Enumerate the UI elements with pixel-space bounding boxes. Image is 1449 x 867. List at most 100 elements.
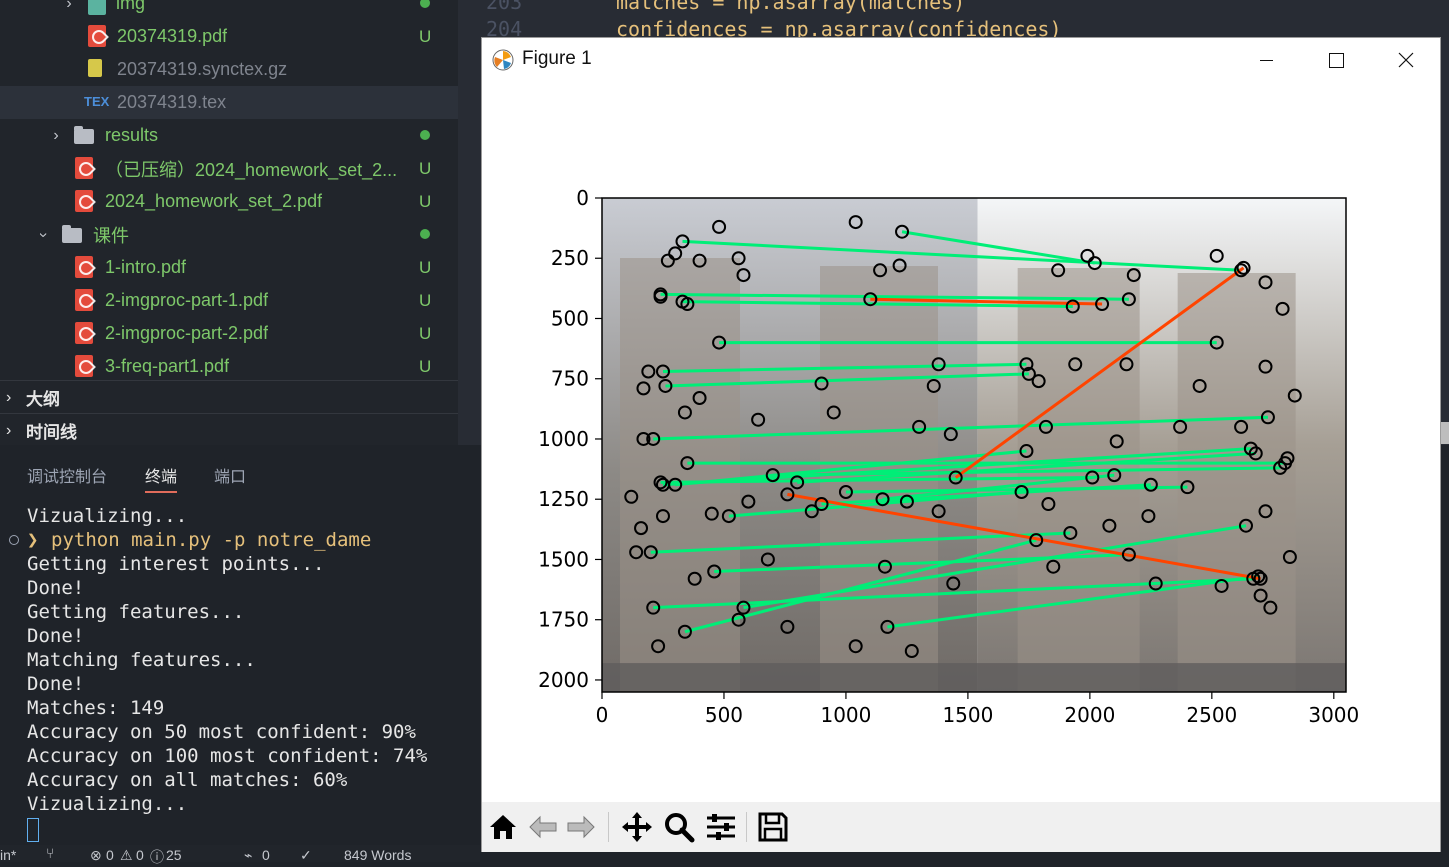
y-tick-label: 750 [551, 367, 589, 391]
code-line: matches = np.asarray(matches) [616, 0, 966, 14]
terminal-line: Getting interest points... [27, 553, 325, 575]
x-tick-label: 1500 [942, 703, 993, 727]
tree-item-img-folder[interactable]: › img [0, 0, 458, 20]
line-number: 203 [486, 0, 523, 14]
error-count: 0 [106, 847, 114, 863]
terminal-line: Accuracy on 50 most confident: 90% [27, 721, 416, 743]
tree-item-freq-pdf[interactable]: 3-freq-part1.pdf U [0, 350, 458, 383]
check-icon[interactable]: ✓ [300, 847, 312, 864]
section-label: 大纲 [26, 390, 60, 409]
folder-icon [74, 126, 94, 144]
figure-titlebar[interactable]: Figure 1 [482, 38, 1440, 82]
tree-item-courseware-folder[interactable]: › 课件 [0, 218, 458, 251]
x-tick-label: 2000 [1064, 703, 1115, 727]
tree-item-imgproc2-pdf[interactable]: 2-imgproc-part-2.pdf U [0, 317, 458, 350]
match-visualization-plot[interactable]: 0 500 1000 1500 2000 2500 3000 0 250 500 750 1000 12… [482, 82, 1440, 802]
terminal-line: Matches: 149 [27, 697, 165, 719]
forward-arrow-icon[interactable] [564, 810, 598, 844]
git-modified-dot [420, 0, 430, 8]
close-button[interactable] [1386, 44, 1426, 76]
figure-title: Figure 1 [522, 48, 592, 69]
chevron-down-icon: › [35, 231, 52, 238]
tree-item-homework-pdf[interactable]: 2024_homework_set_2.pdf U [0, 185, 458, 218]
pdf-file-icon [75, 322, 93, 344]
tree-item-label: 2024_homework_set_2.pdf [105, 191, 323, 211]
terminal-line: Accuracy on all matches: 60% [27, 769, 348, 791]
tab-ports[interactable]: 端口 [214, 463, 246, 487]
pan-icon[interactable] [620, 810, 654, 844]
tree-item-intro-pdf[interactable]: 1-intro.pdf U [0, 251, 458, 284]
minimize-button[interactable] [1246, 44, 1286, 76]
chevron-right-icon: › [6, 421, 12, 439]
word-count[interactable]: 849 Words [344, 847, 411, 863]
y-tick-label: 500 [551, 306, 589, 330]
status-branch[interactable]: in* [0, 847, 16, 863]
matplotlib-logo-icon [492, 49, 514, 71]
tree-item-label: （已压缩）2024_homework_set_2... [105, 159, 398, 180]
tree-item-tex[interactable]: TEX 20374319.tex [0, 86, 458, 119]
image-folder-icon [88, 0, 106, 15]
outline-section[interactable]: › 大纲 [0, 380, 458, 414]
file-explorer: › img 20374319.pdf U 20374319.synctex.gz… [0, 0, 458, 445]
x-tick-label: 2500 [1186, 703, 1237, 727]
info-icon[interactable]: ⓘ [150, 847, 164, 867]
section-label: 时间线 [26, 423, 77, 442]
tab-debug-console[interactable]: 调试控制台 [27, 463, 107, 487]
pdf-file-icon [75, 289, 93, 311]
ports-icon[interactable]: ⌁ [244, 847, 252, 864]
maximize-button[interactable] [1316, 44, 1356, 76]
x-tick-label: 1000 [820, 703, 871, 727]
tree-item-label: 20374319.pdf [117, 26, 228, 46]
prompt-icon: ❯ [27, 529, 39, 551]
toolbar-divider [746, 812, 747, 842]
terminal-line: Done! [27, 577, 85, 599]
tab-terminal[interactable]: 终端 [145, 463, 178, 493]
home-icon[interactable] [486, 810, 520, 844]
git-status-badge: U [419, 290, 432, 310]
tree-item-compressed-pdf[interactable]: （已压缩）2024_homework_set_2... U [0, 152, 458, 185]
tree-item-label: 20374319.tex [117, 92, 227, 112]
configure-subplots-icon[interactable] [704, 810, 738, 844]
toolbar-divider [608, 812, 609, 842]
git-status-badge: U [419, 257, 432, 277]
x-tick-label: 500 [705, 703, 743, 727]
y-tick-label: 0 [576, 186, 589, 210]
timeline-section[interactable]: › 时间线 [0, 413, 458, 447]
tree-item-imgproc1-pdf[interactable]: 2-imgproc-part-1.pdf U [0, 284, 458, 317]
terminal-command: python main.py -p notre_dame [51, 529, 372, 551]
tree-item-label: 20374319.synctex.gz [117, 59, 288, 79]
error-icon[interactable]: ⊗ [90, 847, 102, 864]
warning-icon[interactable]: ⚠ [120, 847, 133, 864]
pdf-file-icon [75, 157, 93, 179]
tree-item-label: results [105, 125, 159, 145]
save-icon[interactable] [756, 810, 790, 844]
tree-item-label: 2-imgproc-part-1.pdf [105, 290, 269, 310]
tree-item-results-folder[interactable]: › results [0, 119, 458, 152]
tree-item-label: 2-imgproc-part-2.pdf [105, 323, 269, 343]
terminal-line: Vizualizing... [27, 505, 188, 527]
tree-item-synctex[interactable]: 20374319.synctex.gz [0, 53, 458, 86]
terminal-line: Vizualizing... [27, 793, 188, 815]
tree-item-label: 课件 [93, 225, 129, 246]
warning-count: 0 [136, 847, 144, 863]
tree-item-pdf[interactable]: 20374319.pdf U [0, 20, 458, 53]
chevron-right-icon: › [6, 388, 12, 406]
terminal-line: Done! [27, 625, 85, 647]
terminal[interactable]: Vizualizing... ❯ python main.py -p notre… [0, 500, 480, 845]
editor-scrollbar[interactable] [1441, 422, 1449, 444]
y-tick-label: 1500 [538, 547, 589, 571]
git-modified-dot [420, 130, 430, 140]
git-modified-dot [420, 229, 430, 239]
figure-window: Figure 1 0 500 1000 1500 2000 2500 3000 0 250 500… [481, 37, 1441, 852]
info-count: 25 [166, 847, 182, 863]
x-tick-label: 3000 [1308, 703, 1359, 727]
git-status-badge: U [419, 356, 432, 376]
zoom-icon[interactable] [662, 810, 696, 844]
pdf-file-icon [75, 190, 93, 212]
minimize-icon [1260, 60, 1273, 61]
back-arrow-icon[interactable] [526, 810, 560, 844]
source-control-icon[interactable]: ⑂ [46, 845, 54, 861]
git-status-badge: U [419, 26, 432, 46]
pdf-file-icon [88, 25, 106, 47]
y-tick-label: 1750 [538, 608, 589, 632]
